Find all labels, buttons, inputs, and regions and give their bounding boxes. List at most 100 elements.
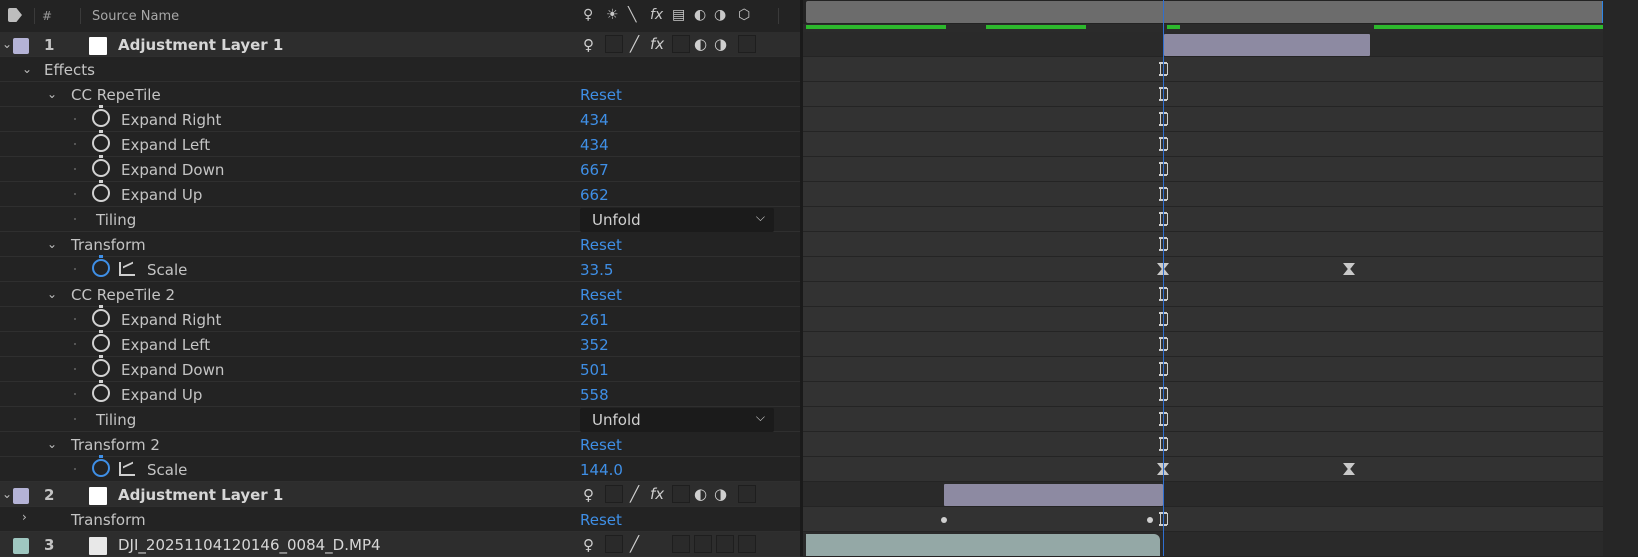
keyframe-marker[interactable] — [1159, 437, 1168, 451]
effect-row-transform-2[interactable]: ⌄ Transform 2 Reset — [0, 432, 800, 457]
layer-name[interactable]: DJI_20251104120146_0084_D.MP4 — [118, 536, 388, 554]
layer-name[interactable]: Adjustment Layer 1 — [118, 486, 283, 504]
keyframe-marker[interactable] — [1159, 387, 1168, 401]
collapse-switch[interactable] — [605, 35, 623, 53]
layer-1-clip[interactable] — [1164, 34, 1370, 56]
expand-chevron-icon[interactable]: ⌄ — [47, 237, 57, 251]
property-row-tiling[interactable]: Tiling Unfold ⌵ — [0, 207, 800, 232]
keyframe-marker[interactable] — [1159, 212, 1168, 226]
effects-switch-icon[interactable]: fx — [650, 35, 664, 53]
adjustment-layer-switch-icon[interactable]: ◑ — [714, 7, 726, 23]
effects-switch-icon[interactable]: fx — [650, 485, 664, 503]
frame-blend-switch[interactable] — [672, 535, 690, 553]
property-value[interactable]: 434 — [580, 136, 609, 154]
stopwatch-icon[interactable] — [92, 380, 110, 402]
keyframe-marker[interactable] — [1159, 112, 1168, 126]
shy-switch-icon[interactable]: ♀ — [583, 7, 593, 23]
graph-editor-icon[interactable] — [119, 462, 135, 476]
property-value[interactable]: 352 — [580, 336, 609, 354]
time-ruler[interactable] — [803, 0, 1638, 24]
quality-switch-icon[interactable]: ╱ — [630, 535, 639, 553]
layer-label-color-chip[interactable] — [13, 38, 29, 54]
stopwatch-icon[interactable] — [92, 255, 110, 277]
stopwatch-icon[interactable] — [92, 455, 110, 477]
stopwatch-icon[interactable] — [92, 305, 110, 327]
3d-layer-switch-icon[interactable]: ⬡ — [738, 7, 750, 23]
effect-reset-link[interactable]: Reset — [580, 511, 622, 529]
keyframe-marker[interactable] — [1159, 62, 1168, 76]
motion-blur-switch-icon[interactable]: ◐ — [694, 35, 707, 53]
effect-reset-link[interactable]: Reset — [580, 86, 622, 104]
property-row-expand-right[interactable]: Expand Right 261 — [0, 305, 800, 332]
keyframe-marker[interactable] — [1159, 337, 1168, 351]
property-row-expand-right[interactable]: Expand Right 434 — [0, 105, 800, 132]
effects-switch-icon[interactable]: fx — [650, 7, 663, 23]
layer-expand-chevron-icon[interactable]: ⌄ — [2, 37, 12, 51]
effects-group-row[interactable]: ⌄ Effects — [0, 57, 800, 82]
graph-editor-icon[interactable] — [119, 262, 135, 276]
keyframe-marker[interactable] — [1159, 512, 1168, 526]
keyframe-dot[interactable] — [941, 517, 947, 523]
layer-name[interactable]: Adjustment Layer 1 — [118, 36, 283, 54]
property-value[interactable]: 434 — [580, 111, 609, 129]
frame-blend-switch-icon[interactable]: ▤ — [672, 7, 685, 23]
layer-2-clip[interactable] — [944, 484, 1163, 506]
frame-blend-switch[interactable] — [672, 35, 690, 53]
layer-label-color-chip[interactable] — [13, 538, 29, 554]
property-row-scale[interactable]: Scale 144.0 — [0, 455, 800, 482]
adjustment-layer-switch[interactable] — [716, 535, 734, 553]
shy-switch-icon[interactable]: ♀ — [583, 36, 594, 54]
property-row-expand-down[interactable]: Expand Down 501 — [0, 355, 800, 382]
adjustment-layer-switch-icon[interactable]: ◑ — [714, 485, 727, 503]
stopwatch-icon[interactable] — [92, 355, 110, 377]
expand-chevron-icon[interactable]: ⌄ — [47, 437, 57, 451]
effect-row-cc-repetile[interactable]: ⌄ CC RepeTile Reset — [0, 82, 800, 107]
3d-layer-switch[interactable] — [738, 485, 756, 503]
collapse-switch[interactable] — [605, 485, 623, 503]
stopwatch-icon[interactable] — [92, 180, 110, 202]
track-layer-1[interactable] — [803, 32, 1603, 57]
collapse-switch-icon[interactable]: ☀ — [606, 7, 619, 23]
expand-chevron-icon[interactable]: ⌄ — [22, 62, 32, 76]
property-row-expand-up[interactable]: Expand Up 662 — [0, 180, 800, 207]
stopwatch-icon[interactable] — [92, 105, 110, 127]
motion-blur-switch-icon[interactable]: ◐ — [694, 7, 706, 23]
property-row-expand-down[interactable]: Expand Down 667 — [0, 155, 800, 182]
adjustment-layer-switch-icon[interactable]: ◑ — [714, 35, 727, 53]
stopwatch-icon[interactable] — [92, 130, 110, 152]
motion-blur-switch[interactable] — [694, 535, 712, 553]
label-tag-icon[interactable] — [8, 8, 22, 22]
property-row-expand-up[interactable]: Expand Up 558 — [0, 380, 800, 407]
frame-blend-switch[interactable] — [672, 485, 690, 503]
keyframe-marker[interactable] — [1159, 162, 1168, 176]
property-value[interactable]: 501 — [580, 361, 609, 379]
keyframe-marker[interactable] — [1159, 87, 1168, 101]
keyframe-marker[interactable] — [1159, 412, 1168, 426]
effect-reset-link[interactable]: Reset — [580, 236, 622, 254]
expand-chevron-icon[interactable]: ⌄ — [47, 87, 57, 101]
quality-switch-icon[interactable]: ╱ — [630, 35, 639, 53]
property-row-expand-left[interactable]: Expand Left 352 — [0, 330, 800, 357]
expand-chevron-icon[interactable]: ⌄ — [47, 287, 57, 301]
layer-label-color-chip[interactable] — [13, 488, 29, 504]
3d-layer-switch[interactable] — [738, 535, 756, 553]
keyframe-marker[interactable] — [1159, 312, 1168, 326]
3d-layer-switch[interactable] — [738, 35, 756, 53]
layer-row-3[interactable]: 3 DJI_20251104120146_0084_D.MP4 ♀ ╱ — [0, 532, 800, 557]
motion-blur-switch-icon[interactable]: ◐ — [694, 485, 707, 503]
keyframe-marker[interactable] — [1159, 237, 1168, 251]
property-value[interactable]: 662 — [580, 186, 609, 204]
quality-switch-icon[interactable]: ╲ — [628, 7, 636, 23]
track-layer-3[interactable] — [803, 532, 1603, 556]
layer-row-1[interactable]: ⌄ 1 Adjustment Layer 1 ♀ ╱ fx ◐ ◑ — [0, 32, 800, 57]
timeline-panel[interactable] — [803, 0, 1638, 556]
layer2-transform-row[interactable]: › Transform Reset — [0, 507, 800, 532]
track-layer-2[interactable] — [803, 482, 1603, 507]
keyframe-icon[interactable] — [1343, 463, 1355, 475]
effect-reset-link[interactable]: Reset — [580, 286, 622, 304]
quality-switch-icon[interactable]: ╱ — [630, 485, 639, 503]
keyframe-marker[interactable] — [1159, 287, 1168, 301]
effect-row-cc-repetile-2[interactable]: ⌄ CC RepeTile 2 Reset — [0, 282, 800, 307]
tiling-dropdown[interactable]: Unfold ⌵ — [580, 208, 774, 232]
keyframe-marker[interactable] — [1159, 362, 1168, 376]
